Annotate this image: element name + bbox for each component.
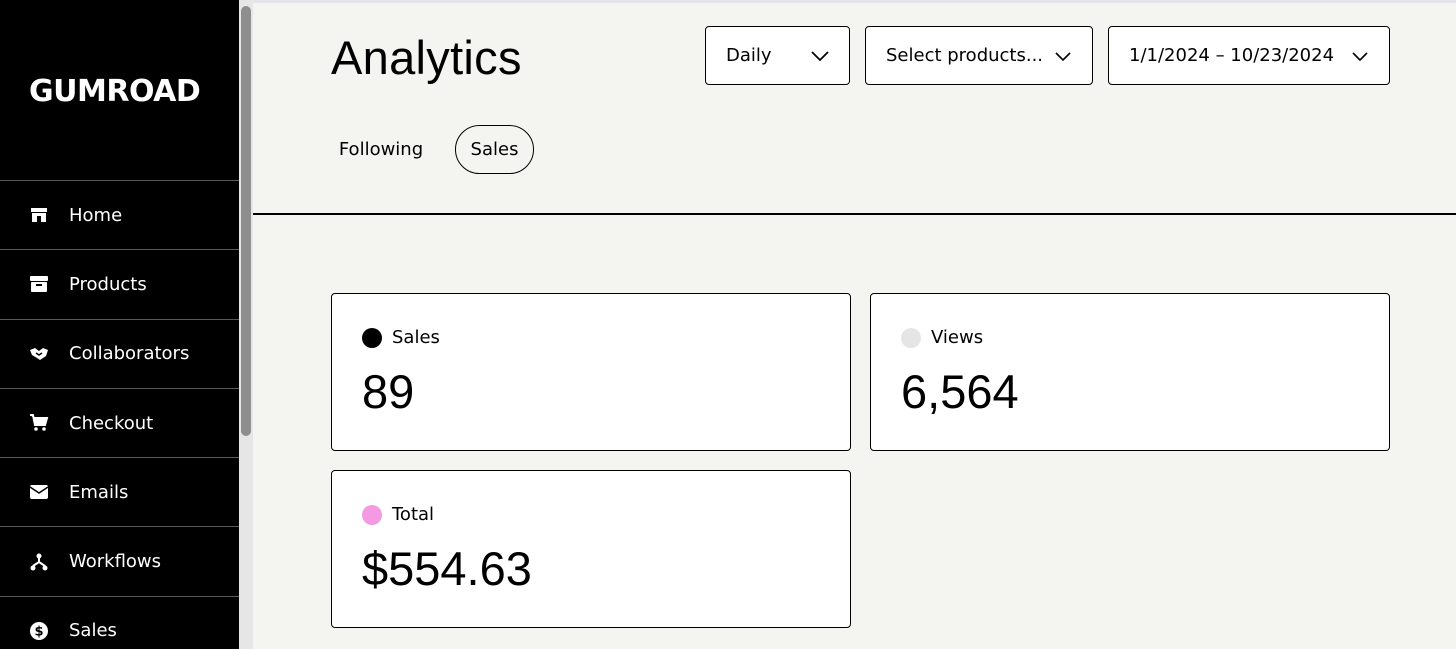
sidebar-item-workflows[interactable]: Workflows (0, 526, 239, 595)
cart-icon (29, 413, 49, 433)
gumroad-logo-wordmark: GUMROAD (29, 74, 201, 109)
dollar-circle-icon: $ (29, 621, 49, 641)
products-select[interactable]: Select products... (865, 26, 1093, 85)
sidebar-item-label: Products (69, 273, 147, 295)
svg-text:$: $ (34, 624, 43, 639)
sidebar-item-emails[interactable]: Emails (0, 457, 239, 526)
storefront-icon (29, 205, 49, 225)
envelope-icon (29, 482, 49, 502)
tab-label: Following (338, 139, 424, 160)
chevron-down-icon (1054, 47, 1072, 65)
stat-value: 89 (362, 365, 415, 418)
sidebar-item-label: Emails (69, 481, 129, 503)
legend-dot (901, 327, 921, 348)
archive-box-icon (29, 274, 49, 294)
legend-dot (362, 327, 382, 348)
sidebar-item-label: Home (69, 204, 123, 226)
legend-dot (362, 504, 382, 525)
header-divider (253, 213, 1456, 215)
handshake-icon (29, 344, 49, 364)
sidebar-scrollbar[interactable] (239, 0, 253, 649)
sidebar-item-collaborators[interactable]: Collaborators (0, 318, 239, 388)
chevron-down-icon (1351, 47, 1369, 65)
sidebar-item-label: Sales (69, 620, 117, 642)
scrollbar-thumb[interactable] (241, 6, 251, 436)
gumroad-logo[interactable]: GUMROAD (29, 73, 209, 109)
interval-select-value: Daily (726, 45, 772, 66)
stat-value: $554.63 (362, 542, 532, 595)
sidebar-item-label: Workflows (69, 551, 162, 573)
sidebar-item-sales[interactable]: $ Sales (0, 595, 239, 649)
stat-card-views: Views 6,564 (870, 293, 1390, 451)
date-range-select-value: 1/1/2024 – 10/23/2024 (1129, 45, 1335, 66)
stat-card-sales: Sales 89 (331, 293, 851, 451)
chevron-down-icon (811, 47, 829, 65)
stat-value: 6,564 (901, 365, 1019, 418)
interval-select[interactable]: Daily (705, 26, 850, 85)
sidebar-item-checkout[interactable]: Checkout (0, 387, 239, 457)
main-content: Analytics Daily Select products... 1/1/2… (253, 0, 1456, 649)
svg-text:GUMROAD: GUMROAD (29, 74, 200, 109)
page-title: Analytics (331, 31, 522, 84)
products-select-value: Select products... (886, 45, 1044, 66)
stat-card-header: Views (901, 327, 983, 348)
tab-following[interactable]: Following (331, 125, 431, 174)
sidebar-item-label: Collaborators (69, 343, 190, 365)
stat-label: Total (392, 504, 435, 525)
sidebar-item-label: Checkout (69, 412, 154, 434)
date-range-select[interactable]: 1/1/2024 – 10/23/2024 (1108, 26, 1390, 85)
stat-label: Sales (392, 327, 440, 348)
tab-sales[interactable]: Sales (455, 125, 534, 174)
sidebar-item-products[interactable]: Products (0, 249, 239, 318)
top-border (253, 0, 1456, 3)
stat-card-total: Total $554.63 (331, 470, 851, 628)
stat-card-header: Total (362, 504, 434, 525)
stat-card-header: Sales (362, 327, 440, 348)
sidebar: GUMROAD Home Products Collaborators Chec… (0, 0, 239, 649)
sidebar-item-home[interactable]: Home (0, 180, 239, 249)
tab-label: Sales (470, 139, 519, 160)
sidebar-nav: Home Products Collaborators Checkout Ema… (0, 180, 239, 649)
workflow-icon (29, 552, 49, 572)
stat-label: Views (931, 327, 984, 348)
